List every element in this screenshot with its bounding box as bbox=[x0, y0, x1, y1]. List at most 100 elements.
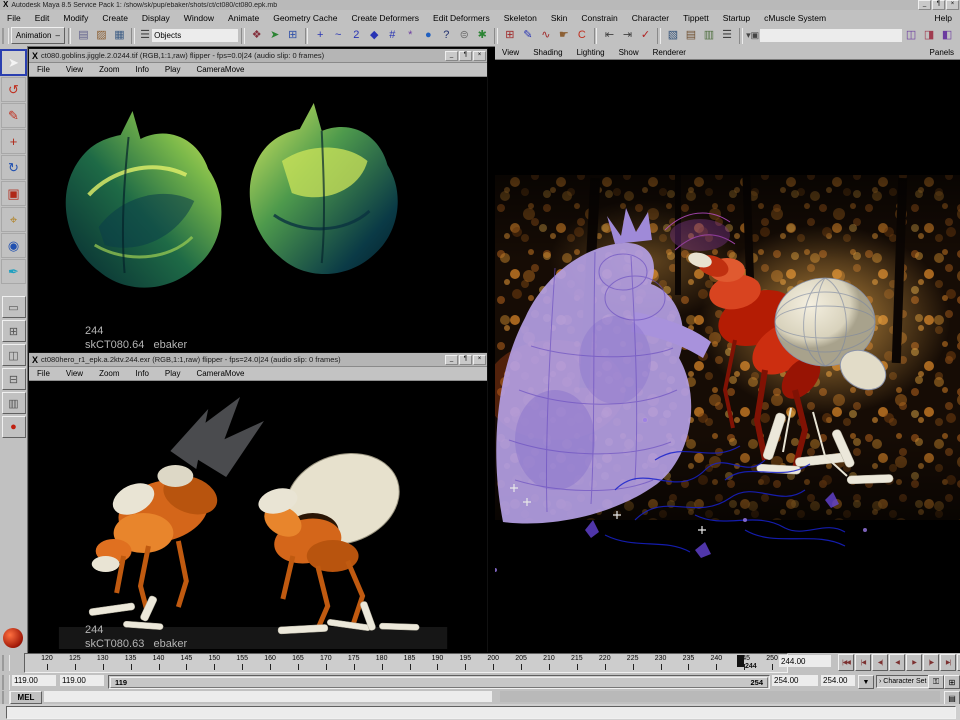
View[interactable]: View bbox=[58, 369, 91, 378]
125[interactable]: 125 bbox=[61, 654, 89, 672]
CameraMove[interactable]: CameraMove bbox=[188, 65, 252, 74]
layout-hypershade-persp-button[interactable]: ⊟ bbox=[2, 368, 26, 390]
205[interactable]: 205 bbox=[507, 654, 535, 672]
Animate[interactable]: Animate bbox=[221, 13, 266, 23]
current-character-set[interactable]: › Character Set bbox=[876, 675, 930, 688]
set-key-icon[interactable]: ⚿ bbox=[928, 675, 944, 689]
Startup[interactable]: Startup bbox=[716, 13, 757, 23]
snap-to-grids-icon[interactable]: + bbox=[311, 27, 329, 44]
animation-start-field[interactable] bbox=[12, 675, 56, 686]
215[interactable]: 215 bbox=[563, 654, 591, 672]
quick-select-combo-icon[interactable]: ▾▣ bbox=[746, 27, 760, 44]
185[interactable]: 185 bbox=[396, 654, 424, 672]
viewport-panels-menu[interactable]: Panels bbox=[930, 48, 960, 57]
quick-select-input[interactable] bbox=[760, 29, 902, 42]
step-forward-frame-button[interactable]: |▶ bbox=[923, 654, 939, 671]
filter-icon[interactable]: ☰ bbox=[138, 27, 152, 44]
time-slider[interactable]: 1201251301351401451501551601651701751801… bbox=[24, 653, 788, 673]
Info[interactable]: Info bbox=[128, 369, 157, 378]
highlight-selection-icon[interactable]: ✱ bbox=[473, 27, 491, 44]
toolbar-drag-handle[interactable] bbox=[2, 28, 9, 44]
lasso-select-tool[interactable]: ↺ bbox=[1, 77, 26, 102]
mel-language-button[interactable]: MEL bbox=[10, 691, 42, 704]
output-connections-icon[interactable]: ✎ bbox=[519, 27, 537, 44]
range-drag-handle[interactable] bbox=[2, 675, 10, 691]
current-time-field[interactable] bbox=[779, 655, 831, 667]
play-forwards-button[interactable]: ▶ bbox=[906, 654, 922, 671]
235[interactable]: 235 bbox=[674, 654, 702, 672]
200[interactable]: 200 bbox=[479, 654, 507, 672]
manip-toggle-icon[interactable]: ✓ bbox=[636, 27, 654, 44]
select-by-component-icon[interactable]: ⊞ bbox=[284, 27, 302, 44]
objects-filter-input[interactable] bbox=[152, 29, 238, 42]
rotate-tool[interactable]: ↻ bbox=[1, 155, 26, 180]
snap-to-view-planes-icon[interactable]: ◆ bbox=[365, 27, 383, 44]
select-tool[interactable]: ➤ bbox=[0, 49, 27, 76]
maximize-button[interactable]: ¶ bbox=[459, 355, 472, 365]
perspective-viewport[interactable] bbox=[495, 60, 960, 653]
Character[interactable]: Character bbox=[625, 13, 676, 23]
135[interactable]: 135 bbox=[117, 654, 145, 672]
Tippett[interactable]: Tippett bbox=[676, 13, 716, 23]
play-backwards-button[interactable]: ◀ bbox=[889, 654, 905, 671]
maximize-button[interactable]: ¶ bbox=[932, 0, 945, 10]
render-globals-icon[interactable]: ☰ bbox=[718, 27, 736, 44]
Create[interactable]: Create bbox=[95, 13, 135, 23]
playback-end-field[interactable] bbox=[772, 675, 818, 686]
step-back-key-button[interactable]: |◀ bbox=[855, 654, 871, 671]
Play[interactable]: Play bbox=[157, 369, 189, 378]
Zoom[interactable]: Zoom bbox=[91, 65, 127, 74]
145[interactable]: 145 bbox=[172, 654, 200, 672]
render-view-icon[interactable]: ▧ bbox=[664, 27, 682, 44]
160[interactable]: 160 bbox=[256, 654, 284, 672]
soft-modification-tool[interactable]: ◉ bbox=[1, 233, 26, 258]
flipper-hero-titlebar[interactable]: X ct080hero_r1_epk.a.2ktv.244.exr (RGB,1… bbox=[29, 353, 487, 367]
construction-history-icon[interactable]: C bbox=[573, 27, 591, 44]
Skin[interactable]: Skin bbox=[544, 13, 575, 23]
pick-mask-icon[interactable]: ☛ bbox=[555, 27, 573, 44]
Window[interactable]: Window bbox=[177, 13, 221, 23]
snap-to-curves-icon[interactable]: ~ bbox=[329, 27, 347, 44]
240[interactable]: 240 bbox=[702, 654, 730, 672]
range-slider-track[interactable]: 119 254 bbox=[108, 675, 770, 689]
script-editor-icon[interactable]: ▤ bbox=[944, 691, 960, 705]
make-live-icon[interactable]: # bbox=[383, 27, 401, 44]
layout-four-pane-button[interactable]: ⊞ bbox=[2, 320, 26, 342]
Play[interactable]: Play bbox=[157, 65, 189, 74]
playback-range-bar[interactable]: 119 254 bbox=[110, 677, 768, 688]
Constrain[interactable]: Constrain bbox=[574, 13, 624, 23]
select-by-hierarchy-icon[interactable]: ❖ bbox=[248, 27, 266, 44]
dock-app-icon[interactable] bbox=[3, 628, 23, 648]
current-frame-marker[interactable] bbox=[737, 655, 744, 667]
layout-persp-outliner-button[interactable]: ◫ bbox=[2, 344, 26, 366]
Renderer[interactable]: Renderer bbox=[646, 48, 693, 57]
command-input[interactable] bbox=[44, 691, 492, 702]
CameraMove[interactable]: CameraMove bbox=[188, 369, 252, 378]
155[interactable]: 155 bbox=[228, 654, 256, 672]
View[interactable]: View bbox=[58, 65, 91, 74]
Display[interactable]: Display bbox=[135, 13, 177, 23]
save-scene-icon[interactable]: ▦ bbox=[110, 27, 128, 44]
ipr-render-icon[interactable]: ▥ bbox=[700, 27, 718, 44]
File[interactable]: File bbox=[0, 13, 28, 23]
scale-tool[interactable]: ▣ bbox=[1, 181, 26, 206]
minimize-button[interactable]: _ bbox=[445, 355, 458, 365]
minimize-button[interactable]: _ bbox=[918, 0, 931, 10]
enter-edit-mode-icon[interactable]: ⇤ bbox=[600, 27, 618, 44]
120[interactable]: 120 bbox=[33, 654, 61, 672]
Skeleton[interactable]: Skeleton bbox=[497, 13, 544, 23]
exit-edit-mode-icon[interactable]: ⇥ bbox=[618, 27, 636, 44]
select-by-object-icon[interactable]: ➤ bbox=[266, 27, 284, 44]
animation-end-field[interactable] bbox=[821, 675, 855, 686]
paint-select-tool[interactable]: ✎ bbox=[1, 103, 26, 128]
Geometry Cache[interactable]: Geometry Cache bbox=[266, 13, 344, 23]
flipbook-image-goblins[interactable]: 244 skCT080.64 ebaker bbox=[29, 77, 487, 353]
show-manipulator-tool[interactable]: ✒ bbox=[1, 259, 26, 284]
220[interactable]: 220 bbox=[591, 654, 619, 672]
150[interactable]: 150 bbox=[200, 654, 228, 672]
select-similar-icon[interactable]: ∿ bbox=[537, 27, 555, 44]
universal-manipulator-tool[interactable]: ⌖ bbox=[1, 207, 26, 232]
Edit Deformers[interactable]: Edit Deformers bbox=[426, 13, 497, 23]
close-button[interactable]: × bbox=[946, 0, 959, 10]
140[interactable]: 140 bbox=[145, 654, 173, 672]
